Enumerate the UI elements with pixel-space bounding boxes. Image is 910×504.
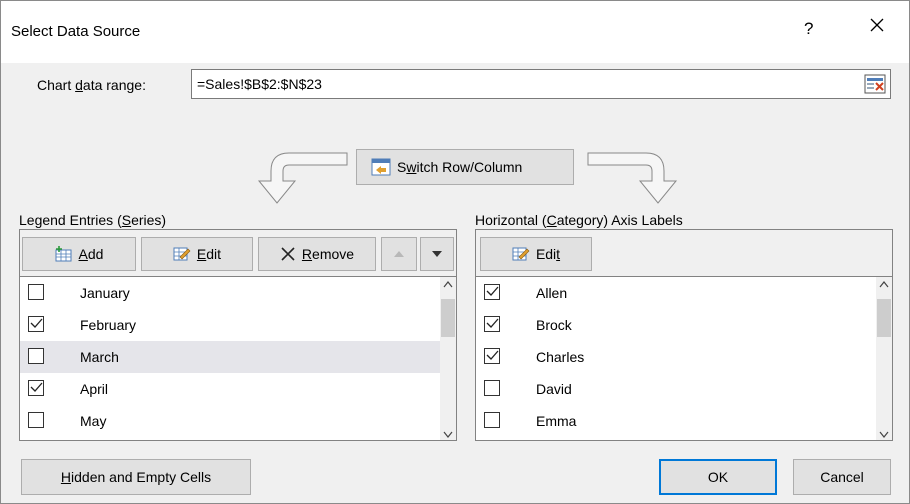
cancel-button[interactable]: Cancel <box>793 459 891 495</box>
category-checkbox[interactable] <box>484 412 500 428</box>
list-item[interactable]: David <box>476 373 876 405</box>
list-item[interactable]: Charles <box>476 341 876 373</box>
cancel-label: Cancel <box>820 469 864 485</box>
edit-axis-label: Edit <box>535 246 561 262</box>
series-label: April <box>80 381 109 397</box>
series-checkbox[interactable] <box>28 348 44 364</box>
edit-series-button[interactable]: Edit <box>141 237 253 271</box>
checkmark-icon <box>30 382 43 392</box>
list-item[interactable]: Allen <box>476 277 876 309</box>
category-checkbox[interactable] <box>484 284 500 300</box>
category-label: David <box>536 381 572 397</box>
checkmark-icon <box>486 286 499 296</box>
category-checkbox[interactable] <box>484 380 500 396</box>
category-checkbox[interactable] <box>484 316 500 332</box>
series-label: May <box>80 413 107 429</box>
chart-data-range-input[interactable]: =Sales!$B$2:$N$23 <box>191 69 891 99</box>
edit-axis-icon <box>512 247 530 261</box>
series-label: February <box>80 317 137 333</box>
category-checkbox[interactable] <box>484 348 500 364</box>
category-label: Brock <box>536 317 572 333</box>
add-series-button[interactable]: Add <box>22 237 136 271</box>
checkmark-icon <box>486 350 499 360</box>
dialog-title: Select Data Source <box>11 23 141 40</box>
add-series-icon <box>55 246 72 262</box>
scroll-down-icon <box>879 431 889 438</box>
remove-series-button[interactable]: Remove <box>258 237 376 271</box>
collapse-dialog-icon <box>864 74 886 94</box>
list-item[interactable]: March <box>20 341 440 373</box>
category-label: Emma <box>536 413 577 429</box>
legend-entries-label: Legend Entries (Series) <box>19 212 167 228</box>
series-label: January <box>80 285 130 301</box>
axis-labels-panel: Edit Allen Brock Charles David Emma <box>475 229 893 441</box>
move-down-icon <box>432 251 442 257</box>
series-checkbox[interactable] <box>28 412 44 428</box>
legend-scrollbar[interactable] <box>440 277 456 440</box>
legend-series-list: January February March April May <box>20 277 440 440</box>
list-item[interactable]: May <box>20 405 440 437</box>
remove-icon <box>281 247 295 261</box>
list-item[interactable]: January <box>20 277 440 309</box>
scroll-thumb[interactable] <box>877 299 891 337</box>
edit-series-label: Edit <box>196 246 222 262</box>
edit-series-icon <box>173 247 191 261</box>
series-checkbox[interactable] <box>28 316 44 332</box>
help-button[interactable]: ? <box>804 19 813 39</box>
move-up-button[interactable] <box>381 237 417 271</box>
close-button[interactable] <box>869 17 885 36</box>
switch-row-column-button[interactable]: Switch Row/Column <box>356 149 574 185</box>
switch-row-column-label: Switch Row/Column <box>397 159 523 175</box>
switch-row-column-icon <box>371 158 391 176</box>
hidden-empty-cells-button[interactable]: Hidden and Empty Cells <box>21 459 251 495</box>
edit-axis-labels-button[interactable]: Edit <box>480 237 592 271</box>
move-up-icon <box>394 251 404 257</box>
arrow-left-icon <box>257 152 348 204</box>
list-item[interactable]: February <box>20 309 440 341</box>
series-checkbox[interactable] <box>28 284 44 300</box>
category-label: Charles <box>536 349 585 365</box>
title-bar: Select Data Source ? <box>1 1 909 63</box>
axis-labels-label: Horizontal (Category) Axis Labels <box>475 212 683 228</box>
close-icon <box>870 18 884 32</box>
add-series-label: Add <box>78 246 104 262</box>
list-item[interactable]: April <box>20 373 440 405</box>
scroll-down-icon <box>443 431 453 438</box>
arrow-right-icon <box>587 152 678 204</box>
scroll-thumb[interactable] <box>441 299 455 337</box>
move-down-button[interactable] <box>420 237 454 271</box>
axis-scrollbar[interactable] <box>876 277 892 440</box>
series-label: March <box>80 349 119 365</box>
list-item[interactable]: Brock <box>476 309 876 341</box>
series-checkbox[interactable] <box>28 380 44 396</box>
scroll-up-icon <box>443 281 453 288</box>
ok-label: OK <box>707 469 729 485</box>
checkmark-icon <box>486 318 499 328</box>
list-item[interactable]: Emma <box>476 405 876 437</box>
ok-button[interactable]: OK <box>659 459 777 495</box>
axis-labels-list: Allen Brock Charles David Emma <box>476 277 876 440</box>
hidden-empty-cells-label: Hidden and Empty Cells <box>60 469 212 485</box>
checkmark-icon <box>30 318 43 328</box>
legend-entries-panel: Add Edit Remove January February March A… <box>19 229 457 441</box>
chart-data-range-label: Chart data range: <box>37 77 146 93</box>
remove-series-label: Remove <box>301 246 355 262</box>
legend-toolbar: Add Edit Remove <box>20 230 456 277</box>
axis-toolbar: Edit <box>476 230 892 277</box>
select-data-source-dialog: Select Data Source ? Chart data range: =… <box>0 0 910 504</box>
scroll-up-icon <box>879 281 889 288</box>
category-label: Allen <box>536 285 568 301</box>
range-collapse-button[interactable] <box>864 74 886 94</box>
